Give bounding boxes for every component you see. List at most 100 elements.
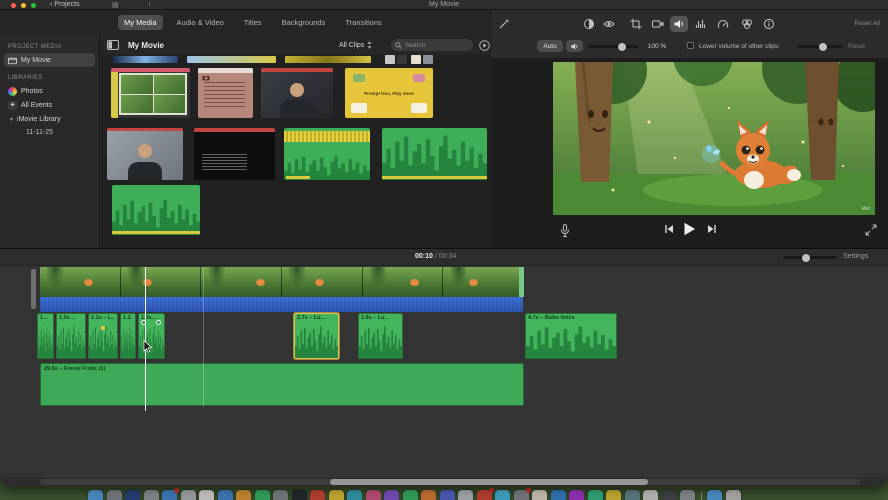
next-frame-icon[interactable] — [707, 224, 717, 234]
playhead[interactable] — [145, 267, 146, 411]
reset-button[interactable]: Reset — [848, 43, 865, 50]
volume-icon[interactable] — [670, 16, 688, 32]
play-button[interactable] — [683, 222, 696, 236]
dock-icon[interactable] — [439, 490, 455, 500]
dock-icon[interactable] — [476, 488, 494, 500]
timeline-zoom-slider[interactable] — [783, 253, 837, 262]
dock-icon[interactable] — [162, 488, 179, 500]
previous-frame-icon[interactable] — [664, 224, 674, 234]
timeline-video-clip[interactable] — [40, 267, 524, 297]
play-selection-icon[interactable] — [479, 40, 490, 51]
mute-button[interactable] — [566, 40, 583, 52]
dock-icon[interactable] — [236, 490, 251, 500]
timeline-settings-button[interactable]: Settings — [843, 253, 868, 260]
sidebar-item-photos[interactable]: Photos — [0, 84, 99, 98]
dock-icon[interactable] — [458, 490, 473, 500]
media-thumbnail-terminal[interactable] — [194, 128, 275, 180]
lower-volume-slider[interactable] — [797, 42, 843, 51]
tab-my-media[interactable]: My Media — [118, 15, 163, 30]
media-thumbnail-mini[interactable] — [411, 55, 421, 64]
media-thumbnail-promo[interactable]: Prompt less, Play more — [345, 68, 433, 118]
scrollbar-track[interactable] — [40, 479, 860, 485]
timeline-audio-clip[interactable]: 2.1s – L… — [88, 313, 118, 359]
dock-icon[interactable] — [606, 490, 621, 500]
chevron-down-icon[interactable]: ▾ — [10, 116, 13, 123]
tab-backgrounds[interactable]: Backgrounds — [276, 15, 332, 30]
auto-volume-button[interactable]: Auto — [537, 40, 563, 52]
sidebar-toggle-icon[interactable] — [107, 40, 119, 50]
timeline-audio-clip[interactable]: 2.7s – Lu… — [294, 313, 339, 359]
volume-marker[interactable] — [101, 326, 105, 330]
dock-icon[interactable] — [199, 490, 214, 500]
dock-icon[interactable] — [106, 490, 122, 500]
dock-icon[interactable] — [384, 490, 399, 500]
dock-icon[interactable] — [532, 490, 547, 500]
dock-icon[interactable] — [180, 490, 196, 500]
speed-icon[interactable] — [714, 16, 732, 32]
tab-titles[interactable]: Titles — [238, 15, 268, 30]
color-correction-icon[interactable] — [600, 16, 618, 32]
dock-icon[interactable] — [365, 490, 381, 500]
search-box[interactable] — [391, 39, 473, 51]
crop-icon[interactable] — [627, 16, 645, 32]
fade-handle[interactable] — [156, 320, 161, 325]
dock-icon[interactable] — [587, 490, 603, 500]
dock-icon[interactable] — [495, 490, 510, 500]
clip-filter-dropdown[interactable]: All Clips — [339, 41, 372, 49]
background-music-clip[interactable]: 29.5s – Forest Frolic (1) — [40, 363, 524, 406]
dock-icon[interactable] — [347, 490, 362, 500]
media-thumbnail-mini[interactable] — [397, 55, 407, 64]
timeline-audio-clip[interactable]: 2.6s – Lu… — [358, 313, 403, 359]
dock-icon[interactable] — [550, 490, 566, 500]
scrollbar-thumb[interactable] — [330, 479, 648, 485]
dock-icon[interactable] — [624, 490, 640, 500]
media-thumbnail-audio-1[interactable] — [284, 128, 370, 180]
dock-icon[interactable] — [569, 490, 584, 500]
dock-icon[interactable] — [273, 490, 288, 500]
timeline-audio-clip[interactable]: 1.5s… — [56, 313, 86, 359]
media-thumbnail-mini[interactable] — [385, 55, 395, 64]
dock-icon[interactable] — [328, 490, 344, 500]
media-strip[interactable] — [285, 56, 371, 63]
media-thumbnail-mini[interactable] — [423, 55, 433, 64]
tab-audio-video[interactable]: Audio & Video — [171, 15, 230, 30]
media-strip[interactable] — [187, 56, 276, 63]
media-thumbnail-audio-3[interactable] — [112, 185, 200, 235]
dock-icon[interactable] — [725, 490, 741, 500]
dock-icon[interactable] — [291, 490, 307, 500]
fullscreen-icon[interactable] — [865, 224, 877, 236]
sidebar-item-my-movie[interactable]: My Movie — [4, 53, 95, 67]
sidebar-item-all-events[interactable]: ✦ All Events — [0, 98, 99, 112]
dock-icon[interactable] — [310, 490, 325, 500]
timeline-audio-clip[interactable]: 1… — [37, 313, 54, 359]
dock-icon[interactable] — [402, 490, 418, 500]
stabilization-icon[interactable] — [649, 16, 667, 32]
dock-icon[interactable] — [643, 490, 658, 500]
clip-trim-handle[interactable] — [31, 269, 36, 309]
preview-video[interactable]: Veo — [553, 62, 875, 215]
dock-icon[interactable] — [88, 490, 103, 500]
timeline-zoom-knob[interactable] — [802, 253, 810, 262]
dock-icon[interactable] — [421, 490, 436, 500]
dock-icon[interactable] — [661, 490, 677, 500]
info-icon[interactable] — [760, 16, 778, 32]
media-thumbnail-webcam[interactable] — [261, 68, 333, 118]
voiceover-mic-icon[interactable] — [559, 224, 571, 238]
dock-icon[interactable] — [513, 488, 531, 500]
dock-icon[interactable] — [254, 490, 270, 500]
media-thumbnail-collage[interactable] — [111, 68, 190, 118]
reset-all-button[interactable]: Reset All — [854, 20, 880, 27]
volume-slider-knob[interactable] — [618, 42, 626, 51]
timeline-audio-clip[interactable]: 1.2… — [120, 313, 136, 359]
dock-icon[interactable] — [143, 490, 159, 500]
noise-reduction-icon[interactable] — [692, 16, 710, 32]
timeline-video-audio-track[interactable] — [40, 297, 523, 312]
lower-volume-checkbox[interactable] — [687, 42, 694, 49]
timeline-audio-clip[interactable]: 4.7s – Bobo Voice — [525, 313, 617, 359]
media-thumbnail-audio-2[interactable] — [382, 128, 487, 180]
enhance-wand-icon[interactable] — [495, 16, 513, 32]
media-thumbnail-webcam-2[interactable] — [107, 128, 183, 180]
dock-icon[interactable] — [707, 490, 722, 500]
lower-volume-knob[interactable] — [819, 42, 827, 51]
tab-transitions[interactable]: Transitions — [339, 15, 387, 30]
